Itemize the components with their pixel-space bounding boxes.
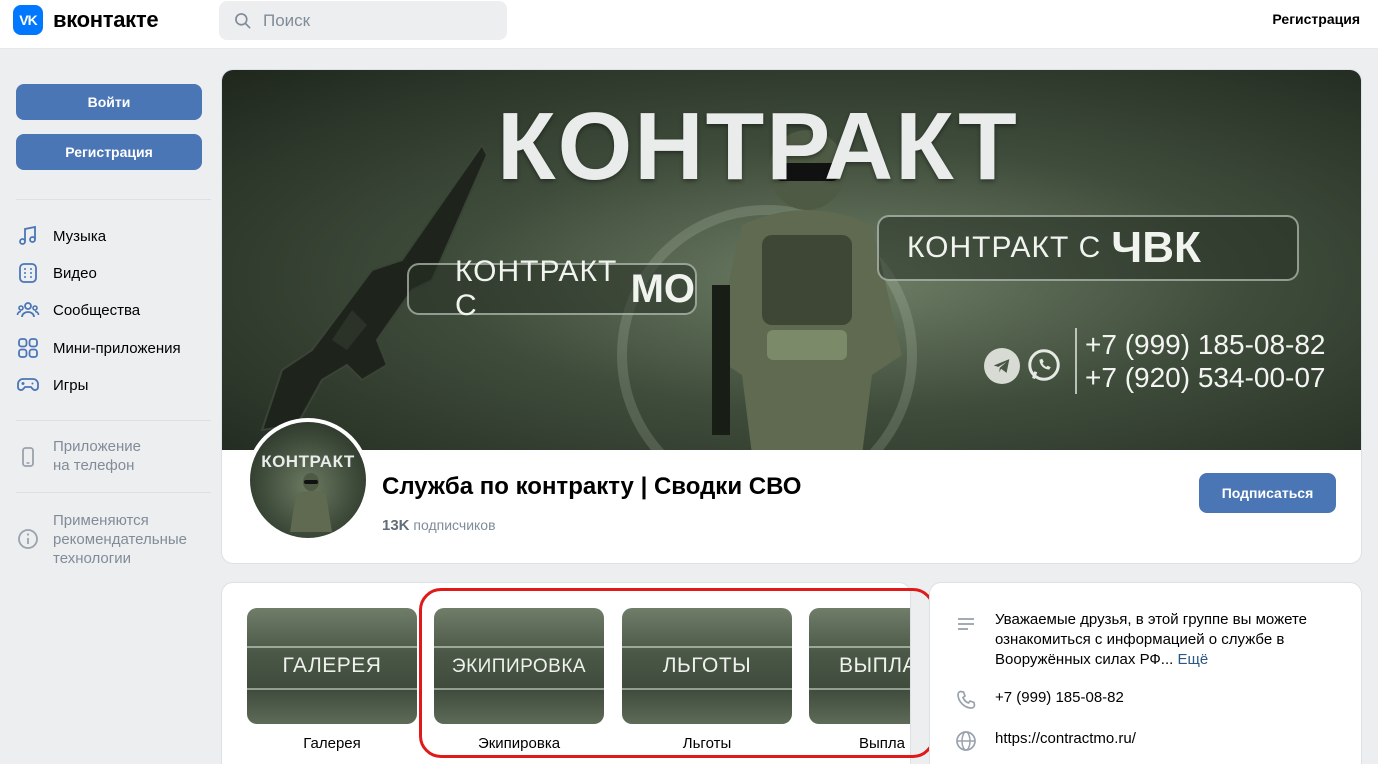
vk-logo-mark: VK (13, 5, 43, 35)
pill-chvk-big: ЧВК (1111, 223, 1201, 272)
text-lines-icon (958, 618, 974, 630)
info-icon (18, 529, 38, 549)
sidebar-divider (16, 492, 211, 493)
section-tile-payments[interactable]: ВЫПЛА (809, 608, 911, 724)
cover-phone-1: +7 (999) 185-08-82 (1085, 329, 1326, 360)
section-label-payments[interactable]: Выпла (809, 735, 910, 752)
show-more-link[interactable]: Ещё (1177, 651, 1208, 668)
tile-text: ЭКИПИРОВКА (451, 656, 587, 677)
telegram-icon (984, 348, 1020, 384)
vk-logo-text: вконтакте (53, 7, 159, 32)
tech-note-line-2: рекомендательные (53, 531, 187, 548)
sidebar-tech-note[interactable]: Применяются рекомендательные технологии (16, 511, 187, 568)
info-phone-link[interactable]: +7 (999) 185-08-82 (995, 688, 1124, 708)
section-tile-gallery[interactable]: ГАЛЕРЕЯ (247, 608, 417, 724)
search-box[interactable] (219, 1, 507, 40)
video-icon (19, 263, 37, 283)
info-description: Уважаемые друзья, в этой группе вы может… (995, 611, 1308, 668)
tile-decor-line (809, 646, 910, 648)
avatar-soldier-illustration (290, 473, 332, 532)
globe-icon (956, 731, 976, 751)
tech-note-line-3: технологии (53, 550, 132, 567)
section-tile-equipment[interactable]: ЭКИПИРОВКА (434, 608, 604, 724)
pill-mo-big: МО (630, 266, 695, 311)
tile-decor-line (434, 646, 604, 648)
gamepad-icon (17, 378, 39, 391)
info-website-row: https://contractmo.ru/ (954, 729, 1136, 753)
tile-decor-line (622, 688, 792, 690)
tile-text: ЛЬГОТЫ (662, 654, 752, 677)
communities-icon (16, 302, 40, 318)
register-button[interactable]: Регистрация (16, 134, 202, 170)
tile-decor-line (809, 688, 910, 690)
app-note-line-2: на телефон (53, 457, 135, 474)
pill-chvk-small: КОНТРАКТ С (907, 231, 1102, 264)
info-description-row: Уважаемые друзья, в этой группе вы может… (954, 610, 1315, 670)
subscribers-label: подписчиков (413, 517, 496, 533)
top-register-link[interactable]: Регистрация (1272, 11, 1360, 27)
avatar-text: КОНТРАКТ (261, 452, 355, 471)
section-label-benefits[interactable]: Льготы (622, 735, 792, 752)
sidebar-item-label: Мини-приложения (53, 339, 181, 357)
sidebar-divider (16, 199, 211, 200)
cover-pill-chvk: КОНТРАКТ С ЧВК (877, 215, 1299, 281)
section-label-gallery[interactable]: Галерея (247, 735, 417, 752)
section-label-equipment[interactable]: Экипировка (434, 735, 604, 752)
subscribe-button[interactable]: Подписаться (1199, 473, 1336, 513)
sidebar-item-video[interactable]: Видео (16, 258, 97, 288)
top-bar: VK вконтакте Регистрация (0, 0, 1378, 49)
whatsapp-icon (1026, 347, 1062, 383)
tile-decor-line (247, 646, 417, 648)
sidebar-item-label: Игры (53, 376, 89, 394)
tile-text: ГАЛЕРЕЯ (282, 654, 382, 677)
sidebar-divider (16, 420, 211, 421)
tech-note-line-1: Применяются (53, 512, 149, 529)
sidebar-app-note[interactable]: Приложение на телефон (16, 437, 141, 475)
sidebar-item-label: Музыка (53, 227, 107, 245)
sidebar-item-label: Сообщества (53, 301, 141, 319)
phone-icon (957, 690, 976, 709)
tile-text: ВЫПЛА (839, 654, 911, 677)
tile-decor-line (434, 688, 604, 690)
sections-card: ГАЛЕРЕЯ Галерея ЭКИПИРОВКА Экипировка ЛЬ… (221, 582, 911, 764)
sidebar-item-mini-apps[interactable]: Мини-приложения (16, 333, 181, 363)
sidebar-item-games[interactable]: Игры (16, 370, 88, 400)
group-avatar[interactable]: КОНТРАКТ (246, 418, 370, 542)
cover-image: КОНТРАКТ КОНТРАКТ С МО КОНТРАКТ С ЧВК +7… (222, 70, 1361, 450)
search-icon (235, 12, 251, 28)
phone-device-icon (22, 447, 34, 467)
mini-apps-icon (18, 338, 38, 358)
pill-mo-small: КОНТРАКТ С (455, 255, 618, 322)
cover-title: КОНТРАКТ (497, 93, 1019, 200)
sidebar-item-music[interactable]: Музыка (16, 221, 106, 251)
music-icon (19, 225, 36, 245)
cover-pill-mo: КОНТРАКТ С МО (407, 255, 697, 322)
vk-logo[interactable]: VK вконтакте (13, 5, 159, 35)
info-website-link[interactable]: https://contractmo.ru/ (995, 729, 1136, 749)
info-card: Уважаемые друзья, в этой группе вы может… (929, 582, 1362, 764)
sidebar-item-label: Видео (53, 264, 97, 282)
info-phone-row: +7 (999) 185-08-82 (954, 688, 1124, 712)
login-button[interactable]: Войти (16, 84, 202, 120)
subscribers-number: 13K (382, 517, 410, 534)
group-header-card: КОНТРАКТ КОНТРАКТ С МО КОНТРАКТ С ЧВК +7… (221, 69, 1362, 564)
search-input[interactable] (263, 10, 493, 31)
cover-phones: +7 (999) 185-08-82 +7 (920) 534-00-07 (1075, 328, 1326, 394)
subscribers-count[interactable]: 13K подписчиков (382, 517, 496, 534)
group-name: Служба по контракту | Сводки СВО (382, 473, 802, 500)
tile-decor-line (622, 646, 792, 648)
sidebar-item-communities[interactable]: Сообщества (16, 295, 140, 325)
cover-phone-2: +7 (920) 534-00-07 (1085, 362, 1326, 393)
section-tile-benefits[interactable]: ЛЬГОТЫ (622, 608, 792, 724)
app-note-line-1: Приложение (53, 438, 141, 455)
tile-decor-line (247, 688, 417, 690)
